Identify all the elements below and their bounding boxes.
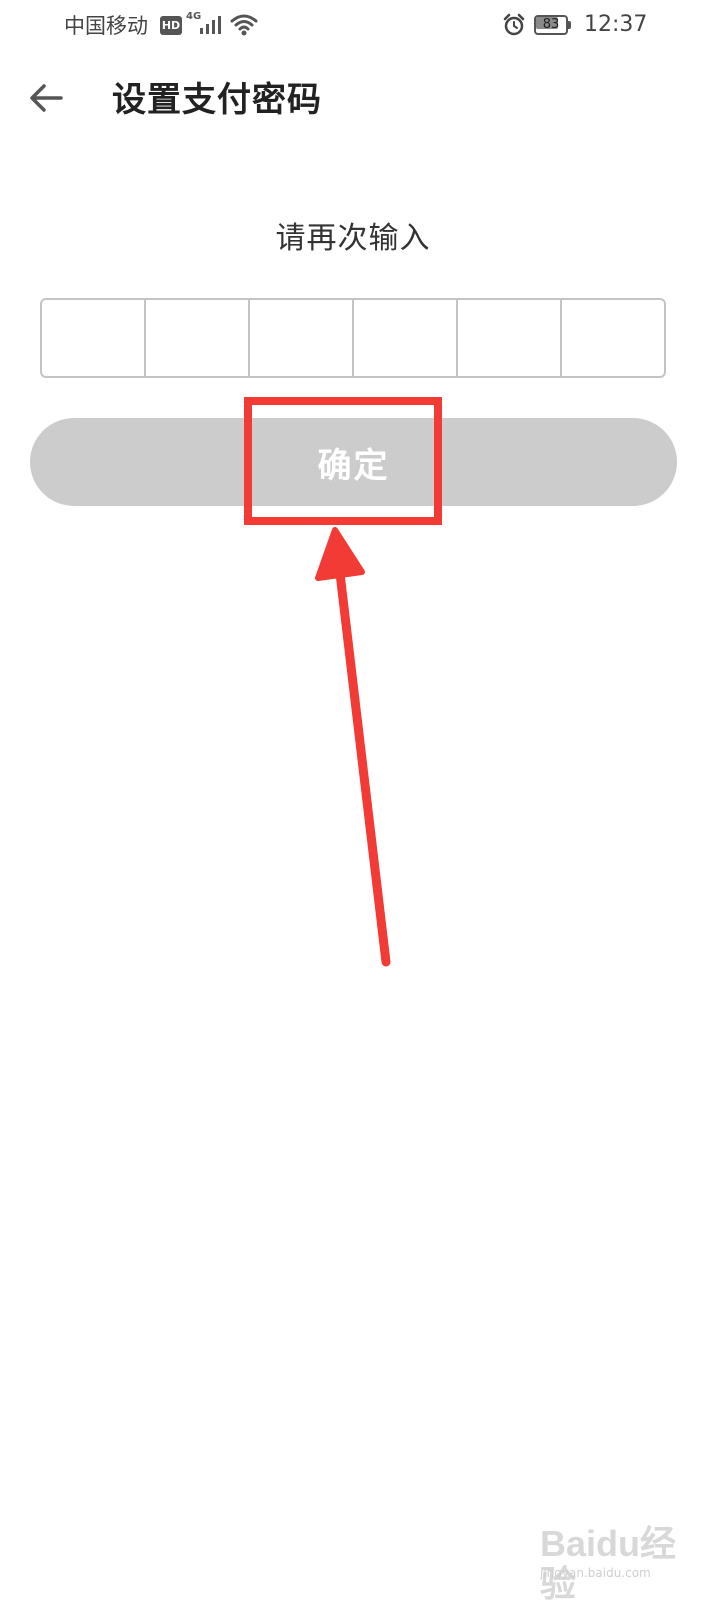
screen: 中国移动 HD 4G 83 12:37 设置支付密码 请再次输入 确定 Baid… [0,0,720,1600]
watermark-url: jingyan.baidu.com [540,1566,651,1580]
annotation-arrow-icon [315,527,391,967]
watermark-brand: Baidu经验 [540,1523,677,1600]
watermark: Baidu经验 jingyan.baidu.com [536,1520,706,1600]
